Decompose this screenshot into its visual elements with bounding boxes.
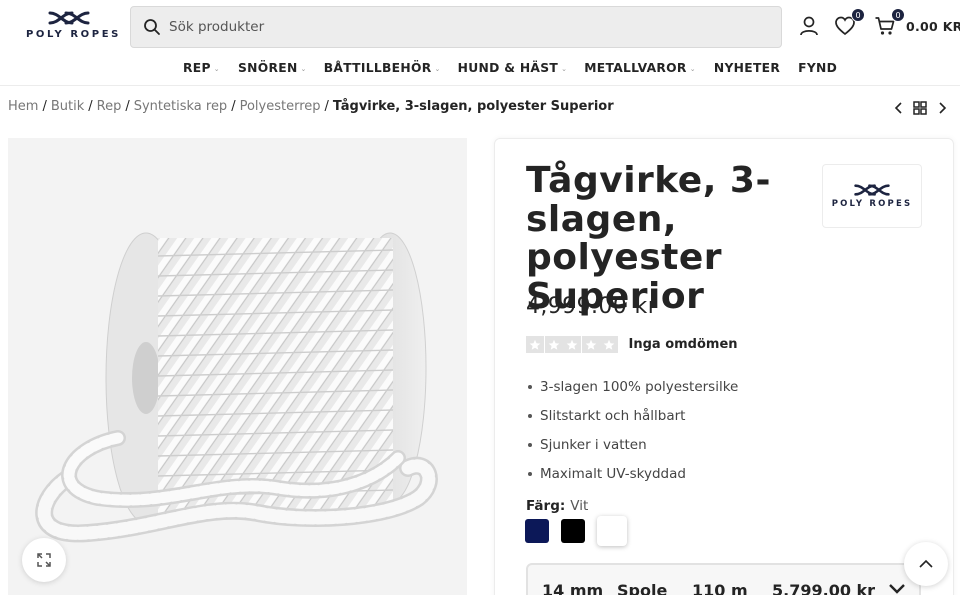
star-icon	[600, 336, 618, 353]
chevron-down-icon: ⌄	[689, 64, 696, 73]
product-title: Tågvirke, 3-slagen, polyester Superior	[526, 160, 771, 317]
nav-item-label: REP	[183, 61, 211, 75]
chevron-down-icon: ⌄	[213, 64, 220, 73]
breadcrumb-separator: /	[88, 99, 93, 114]
next-product-icon[interactable]	[936, 100, 948, 116]
variant-packaging: Spole	[617, 581, 668, 595]
breadcrumb-separator: /	[125, 99, 130, 114]
nav-item-nyheter[interactable]: NYHETER	[714, 61, 780, 75]
feature-text: 3-slagen 100% polyestersilke	[540, 378, 739, 395]
breadcrumb: Hem / Butik / Rep / Syntetiska rep / Polyest…	[8, 99, 614, 114]
swatch-navy[interactable]	[525, 519, 549, 543]
stars	[526, 336, 619, 353]
breadcrumb-separator: /	[42, 99, 47, 114]
chevron-down-icon: ⌄	[300, 64, 307, 73]
feature-item: Sjunker i vatten	[528, 430, 738, 459]
chevron-down-icon	[889, 584, 905, 594]
breadcrumb-link[interactable]: Polyesterrep	[240, 99, 321, 114]
wishlist-button[interactable]: 0	[833, 8, 865, 38]
feature-item: Slitstarkt och hållbart	[528, 401, 738, 430]
wishlist-count-badge: 0	[851, 8, 865, 22]
cart-total[interactable]: 0.00 KR	[906, 19, 960, 34]
bullet-icon	[528, 384, 532, 389]
color-swatches	[525, 516, 627, 546]
nav-item-fynd[interactable]: FYND	[798, 61, 837, 75]
breadcrumb-link[interactable]: Rep	[97, 99, 122, 114]
grid-icon[interactable]	[913, 100, 927, 116]
nav-item-label: HUND & HÄST	[457, 61, 559, 75]
chevron-down-icon: ⌄	[434, 64, 441, 73]
brand-name: POLY ROPES	[831, 199, 913, 209]
variant-price: 5,799.00 kr	[772, 581, 876, 595]
nav-item-label: FYND	[798, 61, 838, 75]
star-icon	[526, 336, 544, 353]
rope-knot-logo-icon	[48, 11, 90, 25]
star-icon	[544, 336, 563, 353]
rope-spool-image	[35, 232, 438, 543]
bullet-icon	[528, 471, 532, 476]
breadcrumb-link[interactable]: Butik	[51, 99, 84, 114]
swatch-white[interactable]	[597, 516, 627, 546]
breadcrumb-separator: /	[231, 99, 236, 114]
search-bar[interactable]	[130, 6, 782, 48]
nav-item-label: BÅTTILLBEHÖR	[323, 61, 432, 75]
nav-item-battillbehor[interactable]: BÅTTILLBEHÖR ⌄	[324, 61, 441, 75]
product-image[interactable]	[8, 138, 467, 595]
nav-item-label: SNÖREN	[237, 61, 298, 75]
rope-knot-logo-icon	[854, 184, 890, 196]
nav-item-metallvaror[interactable]: METALLVAROR ⌄	[584, 61, 696, 75]
swatch-black[interactable]	[561, 519, 585, 543]
breadcrumb-current: Tågvirke, 3-slagen, polyester Superior	[332, 99, 614, 114]
prev-product-icon[interactable]	[893, 100, 905, 116]
nav-item-snoren[interactable]: SNÖREN ⌄	[238, 61, 307, 75]
variant-select[interactable]: 14 mm Spole 110 m 5,799.00 kr	[526, 563, 921, 595]
logo-text: POLY ROPES	[26, 29, 121, 40]
search-input[interactable]	[169, 19, 729, 35]
account-icon[interactable]	[797, 14, 821, 38]
breadcrumb-link[interactable]: Hem	[8, 99, 38, 114]
feature-text: Slitstarkt och hållbart	[540, 407, 686, 424]
feature-item: 3-slagen 100% polyestersilke	[528, 372, 738, 401]
nav-item-label: METALLVAROR	[584, 61, 687, 75]
feature-text: Maximalt UV-skyddad	[540, 465, 686, 482]
feature-list: 3-slagen 100% polyestersilke Slitstarkt …	[528, 372, 738, 488]
brand-logo[interactable]: POLY ROPES	[822, 164, 922, 228]
scroll-to-top-button[interactable]	[904, 542, 948, 586]
site-header: POLY ROPES 0 0 0.00 KR	[0, 0, 960, 56]
product-price: 4,999.00 kr	[526, 294, 658, 319]
feature-text: Sjunker i vatten	[540, 436, 647, 453]
star-icon	[581, 336, 600, 353]
main-nav: REP ⌄ SNÖREN ⌄ BÅTTILLBEHÖR ⌄ HUND & HÄST ⌄ …	[0, 56, 960, 86]
expand-icon	[37, 553, 51, 567]
nav-item-rep[interactable]: REP ⌄	[183, 61, 220, 75]
feature-item: Maximalt UV-skyddad	[528, 459, 738, 488]
variant-length: 110 m	[692, 581, 748, 595]
star-icon	[563, 336, 581, 353]
reviews-link[interactable]: Inga omdömen	[629, 337, 738, 352]
bullet-icon	[528, 413, 532, 418]
color-label-colon: :	[559, 498, 566, 514]
star-rating: Inga omdömen	[526, 336, 738, 353]
breadcrumb-separator: /	[324, 99, 329, 114]
chevron-down-icon: ⌄	[561, 64, 568, 73]
color-label: Färg	[526, 498, 560, 514]
cart-button[interactable]: 0	[873, 8, 905, 38]
nav-item-hund-hast[interactable]: HUND & HÄST ⌄	[458, 61, 568, 75]
search-icon[interactable]	[143, 18, 161, 36]
variant-diameter: 14 mm	[542, 581, 604, 595]
color-attribute: Färg: Vit	[526, 498, 588, 514]
chevron-up-icon	[919, 559, 933, 568]
color-value: Vit	[570, 498, 589, 514]
breadcrumb-link[interactable]: Syntetiska rep	[134, 99, 227, 114]
bullet-icon	[528, 442, 532, 447]
nav-item-label: NYHETER	[713, 61, 781, 75]
site-logo[interactable]: POLY ROPES	[26, 10, 121, 42]
zoom-button[interactable]	[22, 538, 66, 582]
cart-count-badge: 0	[891, 8, 905, 22]
